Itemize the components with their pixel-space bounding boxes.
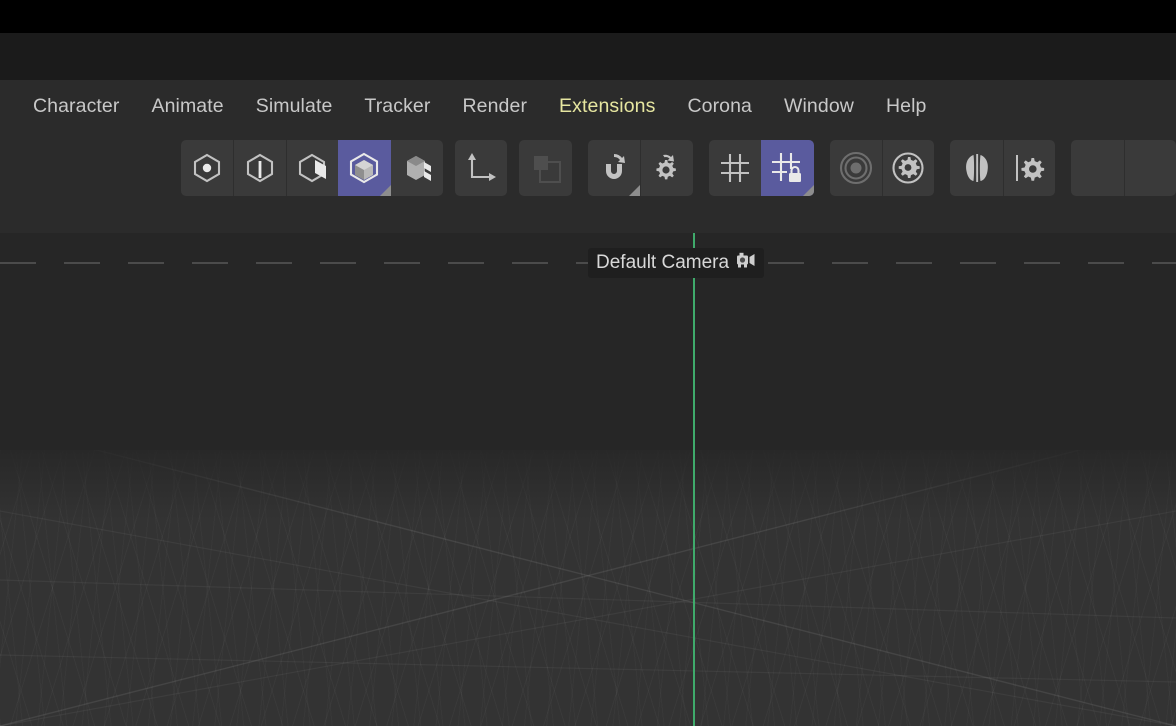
symmetry-mirror-icon-button[interactable] (950, 140, 1002, 196)
clipped-tool-icon-button-2[interactable] (1124, 140, 1176, 196)
render-settings-icon (890, 150, 926, 186)
snap-settings-gear-icon (649, 151, 683, 185)
menu-item-help[interactable]: Help (870, 80, 943, 133)
magnet-snap-icon (597, 151, 631, 185)
world-axis-green (693, 233, 695, 726)
tool-group-render (829, 140, 935, 196)
application-window: n Character Animate Simulate Tracker Ren… (0, 0, 1176, 726)
workplane-grid-icon-button[interactable] (709, 140, 761, 196)
window-chrome-bar (0, 33, 1176, 80)
symmetry-settings-gear-icon-button[interactable] (1003, 140, 1055, 196)
menu-item-animate[interactable]: Animate (135, 80, 239, 133)
camera-label[interactable]: Default Camera (588, 248, 765, 278)
tool-group-workplane (708, 140, 814, 196)
symmetry-settings-gear-icon (1011, 150, 1047, 186)
object-mode-icon-button[interactable] (391, 140, 443, 196)
menu-item-render[interactable]: Render (446, 80, 543, 133)
menu-item-extensions[interactable]: Extensions (543, 80, 671, 133)
tool-group-axis (455, 140, 508, 196)
menu-item-window[interactable]: Window (768, 80, 870, 133)
menu-bar: n Character Animate Simulate Tracker Ren… (0, 80, 1176, 133)
camera-icon[interactable] (736, 252, 756, 274)
tool-group-selection-modes (181, 140, 444, 196)
texture-axis-icon-button[interactable] (519, 140, 571, 196)
main-toolbar (0, 133, 1176, 233)
tool-group-clipped-right (1071, 140, 1176, 196)
menu-item-simulate[interactable]: Simulate (240, 80, 349, 133)
menu-item-tracker[interactable]: Tracker (348, 80, 446, 133)
tool-group-snapping (587, 140, 693, 196)
edge-mode-icon (243, 151, 277, 185)
axis-modify-icon (464, 151, 498, 185)
model-mode-icon (347, 151, 381, 185)
axis-modify-icon-button[interactable] (455, 140, 507, 196)
object-mode-icon (400, 151, 434, 185)
workplane-lock-icon (770, 151, 804, 185)
magnet-snap-icon-button[interactable] (588, 140, 641, 196)
camera-label-text: Default Camera (596, 252, 730, 273)
tool-group-symmetry (950, 140, 1056, 196)
symmetry-mirror-icon (959, 150, 995, 186)
viewport-3d[interactable] (0, 233, 1176, 726)
menu-item-character[interactable]: Character (17, 80, 136, 133)
polygon-mode-icon (295, 151, 329, 185)
menu-item-corona[interactable]: Corona (671, 80, 768, 133)
workplane-grid-icon (718, 151, 752, 185)
render-settings-icon-button[interactable] (882, 140, 934, 196)
render-region-icon-button[interactable] (830, 140, 882, 196)
clipped-tool-icon-button[interactable] (1071, 140, 1123, 196)
texture-axis-icon (529, 151, 563, 185)
model-mode-icon-button[interactable] (338, 140, 392, 196)
point-mode-icon (190, 151, 224, 185)
tool-group-texture (519, 140, 572, 196)
render-region-icon (838, 150, 874, 186)
point-mode-icon-button[interactable] (181, 140, 233, 196)
title-bar (0, 0, 1176, 33)
edge-mode-icon-button[interactable] (233, 140, 285, 196)
viewport-grid-major (0, 450, 1176, 726)
snap-settings-gear-icon-button[interactable] (640, 140, 692, 196)
menu-item-clipped[interactable]: n (0, 80, 17, 133)
workplane-lock-icon-button[interactable] (761, 140, 814, 196)
polygon-mode-icon-button[interactable] (286, 140, 338, 196)
